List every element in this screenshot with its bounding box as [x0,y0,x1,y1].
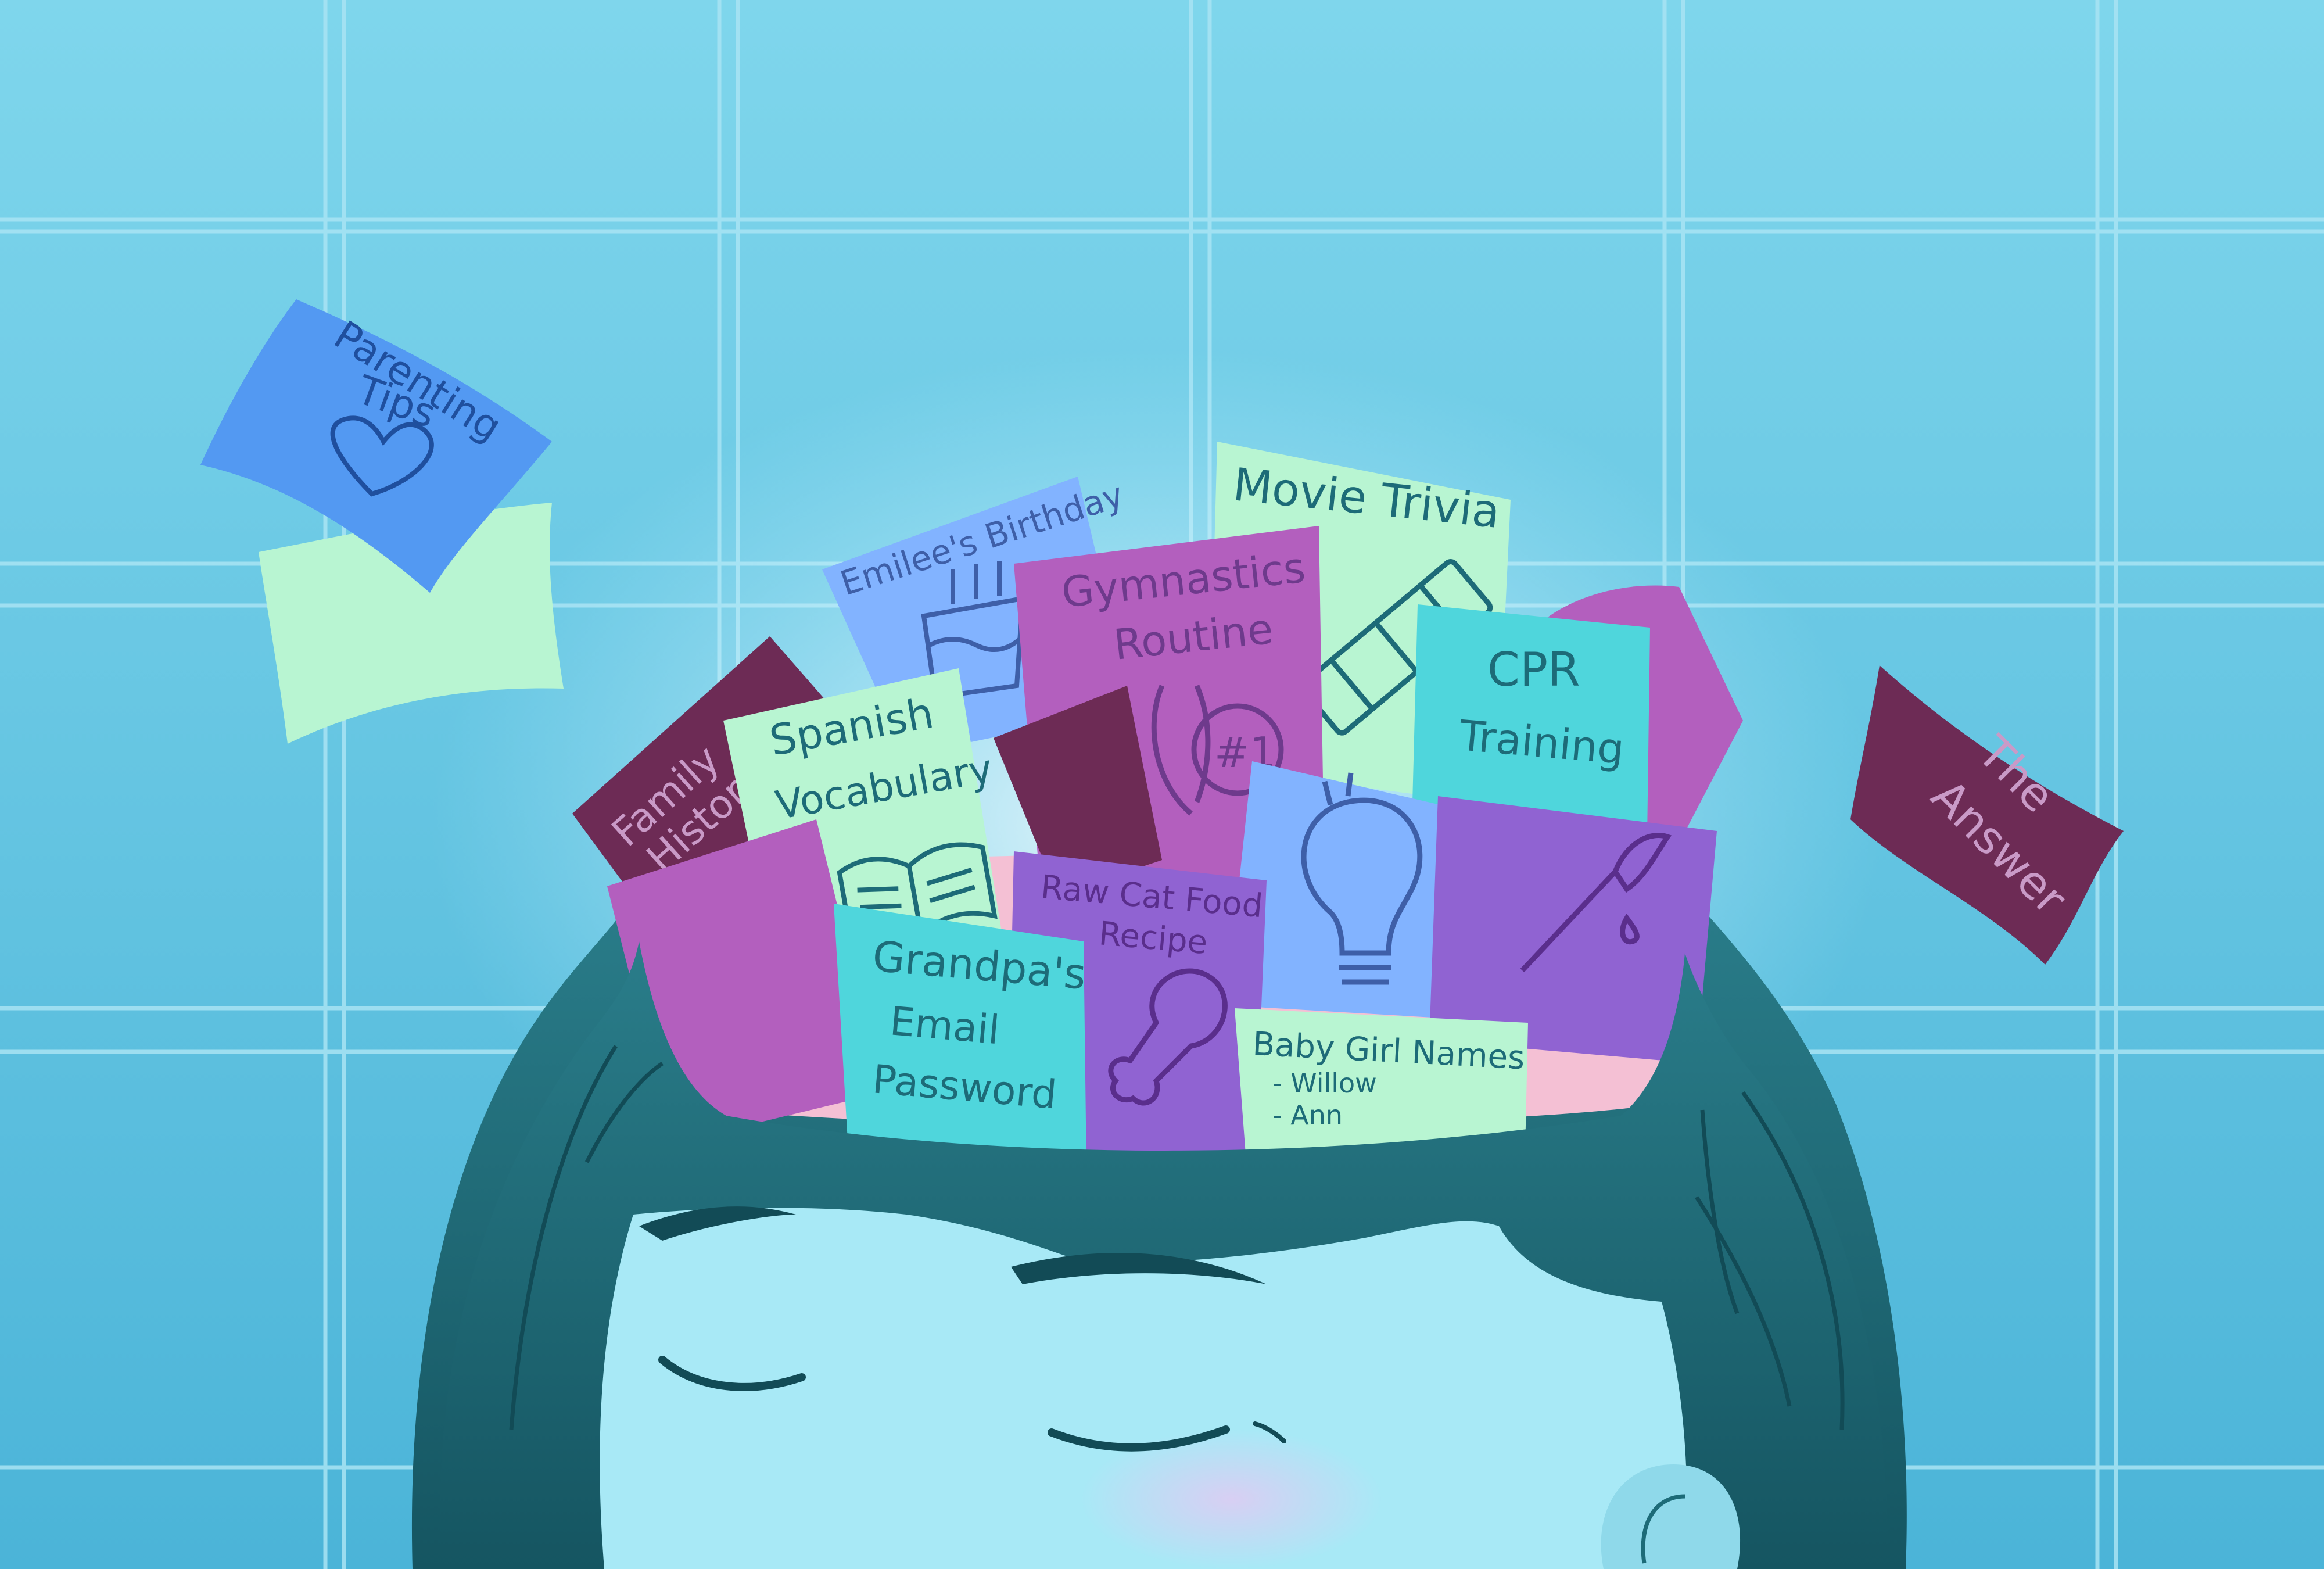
note-cpr-line1: CPR [1487,643,1580,697]
illustration-scene: Movie Trivia Emilee's Birthday Gymnastic… [0,0,2324,1569]
note-grandpa-line2: Email [888,998,1002,1054]
note-baby-item1: - Willow [1272,1068,1377,1099]
note-baby-item2: - Ann [1272,1099,1343,1131]
note-grandpas-email-password: Grandpa's Email Password [834,904,1088,1168]
